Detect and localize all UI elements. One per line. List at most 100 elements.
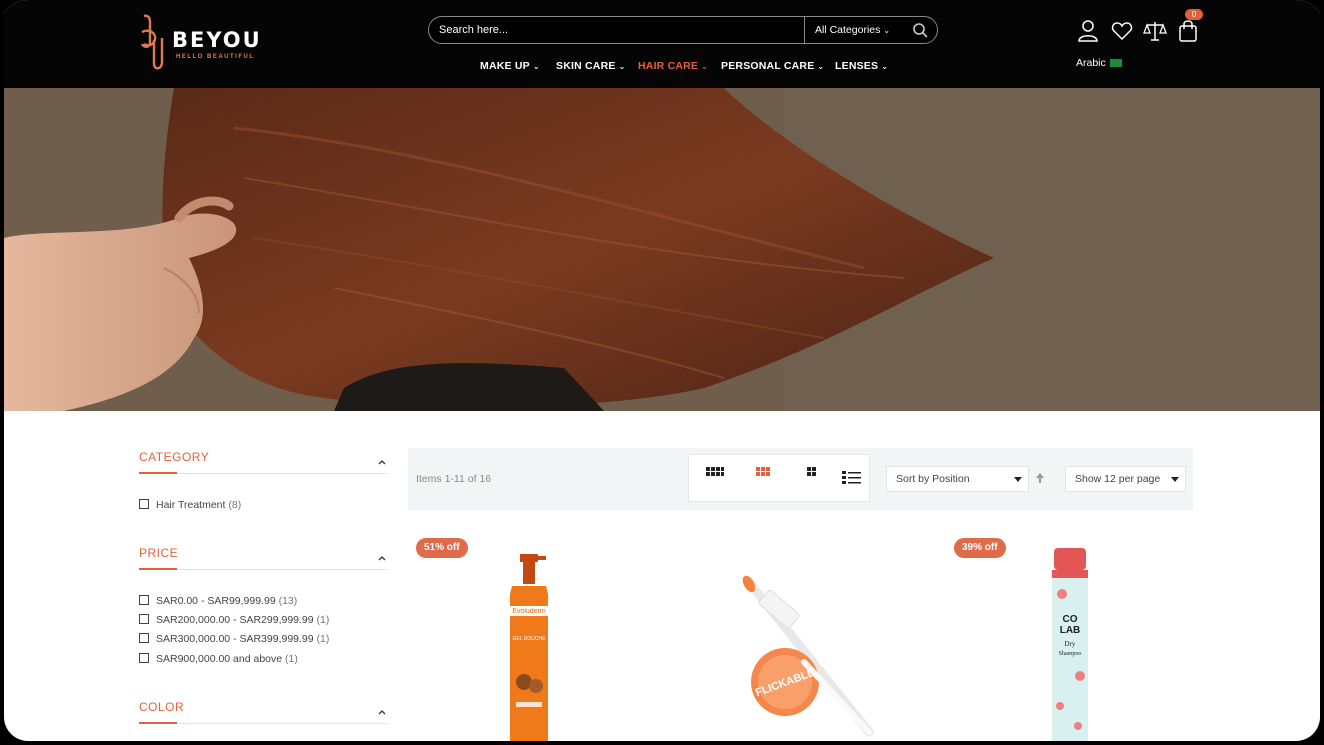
checkbox[interactable]: [139, 595, 149, 605]
search-icon: [913, 23, 928, 38]
filter-option-price-3[interactable]: SAR300,000.00 - SAR399,999.99 (1): [139, 633, 329, 645]
search-divider: [804, 17, 805, 43]
header-icons: [1072, 18, 1212, 48]
nav-item-label: PERSONAL CARE: [721, 60, 815, 72]
product-brand-text: CO: [1063, 614, 1078, 625]
discount-badge: 51% off: [416, 538, 468, 558]
product-image-lip-gloss[interactable]: FLICKABLE: [739, 572, 879, 741]
title-underline: [139, 568, 177, 570]
grid-icon: [706, 467, 724, 476]
chevron-down-icon: ⌄: [817, 62, 825, 71]
chevron-up-icon[interactable]: [377, 458, 387, 466]
cart-button[interactable]: [1176, 18, 1200, 44]
nav-item-label: HAIR CARE: [638, 60, 699, 72]
compare-button[interactable]: [1143, 18, 1167, 44]
filter-option-hair-treatment[interactable]: Hair Treatment (8): [139, 499, 241, 511]
product-image-shower-gel[interactable]: Evoluderm GEL DOUCHE: [494, 552, 564, 741]
dropdown-arrow-icon: [1014, 477, 1022, 482]
nav-item-label: SKIN CARE: [556, 60, 616, 72]
search-input[interactable]: [429, 17, 803, 43]
sort-direction-arrow-icon[interactable]: [1035, 472, 1045, 484]
chevron-up-icon[interactable]: [377, 708, 387, 716]
product-type-text: GEL DOUCHE: [513, 636, 547, 642]
view-grid-3-button[interactable]: [753, 465, 773, 485]
checkbox[interactable]: [139, 499, 149, 509]
nav-item-label: MAKE UP: [480, 60, 530, 72]
account-button[interactable]: [1076, 18, 1100, 44]
list-icon: [842, 471, 861, 484]
limiter-label: Show 12 per page: [1075, 473, 1161, 485]
cart-count-badge: 0: [1185, 9, 1203, 20]
chevron-down-icon: ⌄: [883, 26, 891, 35]
grid-icon: [807, 467, 816, 476]
filter-option-price-1[interactable]: SAR0.00 - SAR99,999.99 (13): [139, 595, 297, 607]
filter-count: (1): [316, 614, 330, 626]
filter-option-price-2[interactable]: SAR200,000.00 - SAR299,999.99 (1): [139, 614, 329, 626]
title-underline: [139, 722, 177, 724]
heart-icon: [1111, 22, 1133, 41]
view-grid-2-button[interactable]: [801, 465, 821, 485]
category-select-label: All Categories: [815, 24, 881, 36]
title-underline: [139, 472, 177, 474]
nav-item-label: LENSES: [835, 60, 879, 72]
sort-by-select[interactable]: Sort by Position: [886, 466, 1029, 492]
sort-label: Sort by Position: [896, 473, 970, 485]
grid-icon: [756, 467, 770, 476]
hair-model-illustration: [4, 88, 1320, 411]
filter-count: (1): [285, 653, 298, 665]
chevron-down-icon: ⌄: [532, 62, 540, 71]
filter-title-price[interactable]: PRICE: [139, 546, 178, 560]
dropdown-arrow-icon: [1171, 477, 1179, 482]
brand-logo[interactable]: BEYOU HELLO BEAUTIFUL: [136, 12, 276, 74]
filter-title-color[interactable]: COLOR: [139, 700, 184, 714]
chevron-up-icon[interactable]: [377, 554, 387, 562]
filter-title-category[interactable]: CATEGORY: [139, 450, 209, 464]
products-toolbar: Items 1-11 of 16 Sort by Position Show 1…: [408, 448, 1193, 510]
search-bar: All Categories⌄: [428, 16, 938, 44]
filter-label: SAR300,000.00 - SAR399,999.99: [156, 633, 314, 645]
language-switch[interactable]: Arabic: [1076, 57, 1122, 69]
checkbox[interactable]: [139, 653, 149, 663]
product-image-dry-shampoo[interactable]: CO LAB Dry Shampoo: [1048, 546, 1092, 741]
device-frame: BEYOU HELLO BEAUTIFUL All Categories⌄: [0, 0, 1324, 745]
flag-icon: [1109, 59, 1122, 68]
discount-badge: 39% off: [954, 538, 1006, 558]
category-select[interactable]: All Categories ⌄: [815, 24, 890, 36]
chevron-down-icon: ⌄: [618, 62, 626, 71]
view-grid-4-button[interactable]: [705, 465, 725, 485]
items-count: Items 1-11 of 16: [416, 473, 492, 485]
filter-option-price-4[interactable]: SAR900,000.00 and above (1): [139, 653, 298, 665]
shopping-bag-icon: [1179, 20, 1197, 42]
site-header: BEYOU HELLO BEAUTIFUL All Categories⌄: [4, 0, 1320, 88]
language-label: Arabic: [1076, 57, 1106, 69]
product-brand-text: Evoluderm: [512, 608, 546, 615]
limiter-select[interactable]: Show 12 per page: [1065, 466, 1186, 492]
nav-item-personal-care[interactable]: PERSONAL CARE ⌄: [721, 60, 824, 72]
wishlist-button[interactable]: [1110, 18, 1134, 44]
logo-monogram-icon: [140, 14, 164, 70]
filter-label: SAR900,000.00 and above: [156, 653, 283, 665]
filter-label: Hair Treatment: [156, 499, 226, 511]
checkbox[interactable]: [139, 614, 149, 624]
brand-tagline: HELLO BEAUTIFUL: [176, 54, 255, 60]
search-button[interactable]: [909, 21, 931, 39]
user-icon: [1078, 20, 1098, 42]
product-brand-text: LAB: [1060, 625, 1081, 636]
product-type-text: Dry: [1065, 640, 1076, 648]
screen: BEYOU HELLO BEAUTIFUL All Categories⌄: [4, 0, 1320, 741]
filter-count: (1): [316, 633, 330, 645]
checkbox[interactable]: [139, 633, 149, 643]
view-mode-switcher: [688, 454, 870, 502]
view-list-button[interactable]: [841, 469, 861, 489]
chevron-down-icon: ⌄: [701, 62, 709, 71]
nav-item-hair-care[interactable]: HAIR CARE ⌄: [638, 60, 708, 72]
brand-name: BEYOU: [172, 28, 262, 52]
scale-icon: [1143, 22, 1167, 41]
nav-item-make-up[interactable]: MAKE UP ⌄: [480, 60, 540, 72]
nav-item-lenses[interactable]: LENSES ⌄: [835, 60, 888, 72]
filter-count: (8): [228, 499, 242, 511]
chevron-down-icon: ⌄: [881, 62, 889, 71]
category-banner-image: [4, 88, 1320, 411]
product-type-text: Shampoo: [1059, 651, 1082, 657]
nav-item-skin-care[interactable]: SKIN CARE ⌄: [556, 60, 625, 72]
